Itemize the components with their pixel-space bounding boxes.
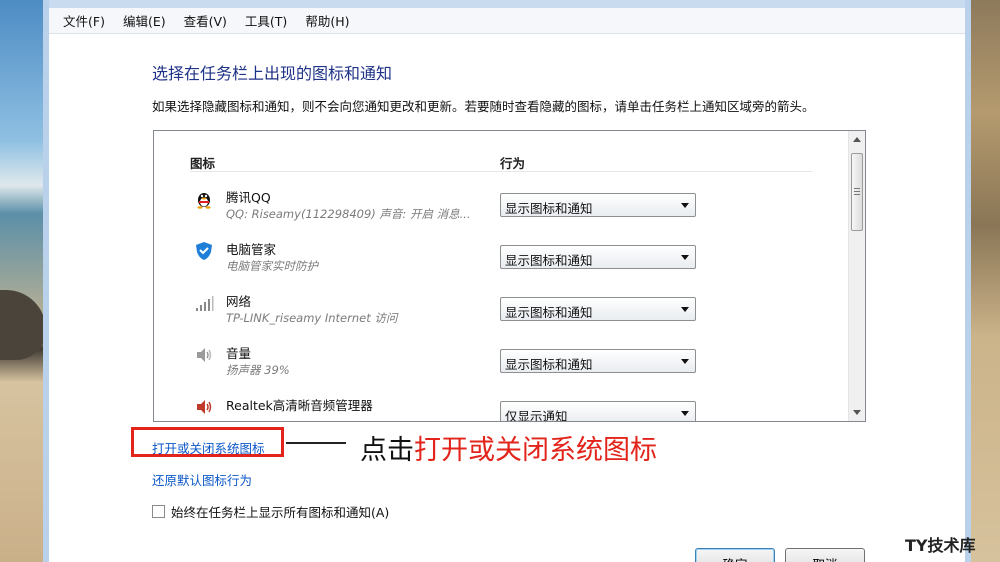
restore-defaults-link[interactable]: 还原默认图标行为 — [152, 470, 252, 489]
scroll-up-icon[interactable] — [853, 137, 861, 142]
ok-button[interactable]: 确定 — [695, 548, 775, 562]
site-watermark: TY技术库 — [905, 536, 976, 555]
show-all-icons-checkbox[interactable] — [152, 505, 165, 518]
shield-icon — [194, 241, 214, 261]
chevron-down-icon — [681, 411, 689, 416]
speaker-icon — [194, 345, 214, 365]
behavior-dropdown[interactable]: 仅显示通知 — [500, 401, 696, 422]
item-name: 网络 — [226, 294, 252, 309]
scroll-thumb[interactable] — [851, 153, 863, 231]
window-frame — [49, 0, 965, 8]
item-description: TP-LINK_riseamy Internet 访问 — [226, 311, 398, 325]
item-name: 电脑管家 — [226, 242, 277, 257]
column-header-icon: 图标 — [190, 156, 216, 171]
chevron-down-icon — [681, 255, 689, 260]
menu-tools[interactable]: 工具(T) — [245, 11, 287, 30]
item-description: 电脑管家实时防护 — [226, 259, 318, 273]
baidu-watermark: Baidu经验 — [770, 479, 958, 520]
dropdown-value: 显示图标和通知 — [505, 253, 593, 268]
behavior-dropdown[interactable]: 显示图标和通知 — [500, 297, 696, 321]
page-description: 如果选择隐藏图标和通知，则不会向您通知更改和更新。若要随时查看隐藏的图标，请单击… — [152, 99, 815, 114]
scroll-down-icon[interactable] — [853, 410, 861, 415]
menu-edit[interactable]: 编辑(E) — [123, 11, 166, 30]
annotation-highlight-box — [131, 427, 284, 457]
dropdown-value: 显示图标和通知 — [505, 201, 593, 216]
chevron-down-icon — [681, 359, 689, 364]
notification-icons-list[interactable]: 图标 行为 腾讯QQ QQ: Riseamy(112298409) 声音: 开启… — [153, 130, 866, 422]
behavior-dropdown[interactable]: 显示图标和通知 — [500, 193, 696, 217]
grip-line — [854, 191, 860, 192]
network-signal-icon — [194, 293, 214, 313]
rock-decoration — [0, 290, 46, 360]
realtek-speaker-icon — [194, 397, 214, 417]
baidu-watermark-url: jingyan.baidu.com — [774, 520, 925, 535]
list-item-pc-manager: 电脑管家 电脑管家实时防护 显示图标和通知 — [190, 235, 810, 285]
annotation-pointer-line — [286, 442, 346, 444]
behavior-dropdown[interactable]: 显示图标和通知 — [500, 245, 696, 269]
chevron-down-icon — [681, 307, 689, 312]
annotation-prefix: 点击 — [360, 435, 414, 466]
behavior-dropdown[interactable]: 显示图标和通知 — [500, 349, 696, 373]
item-description: QQ: Riseamy(112298409) 声音: 开启 消息... — [226, 207, 471, 221]
chevron-down-icon — [681, 203, 689, 208]
column-header-behavior: 行为 — [500, 156, 526, 171]
grip-line — [854, 194, 860, 195]
desktop-background-left — [0, 0, 48, 562]
qq-penguin-icon — [194, 189, 214, 209]
menu-view[interactable]: 查看(V) — [184, 11, 227, 30]
item-description: 扬声器 39% — [226, 363, 290, 377]
grip-line — [854, 188, 860, 189]
show-all-icons-option[interactable]: 始终在任务栏上显示所有图标和通知(A) — [152, 502, 389, 521]
list-item-realtek: Realtek高清晰音频管理器 仅显示通知 — [190, 391, 810, 422]
menu-file[interactable]: 文件(F) — [63, 11, 105, 30]
desktop-background-right — [968, 0, 1000, 562]
menu-help[interactable]: 帮助(H) — [305, 11, 349, 30]
dropdown-value: 显示图标和通知 — [505, 357, 593, 372]
checkbox-label: 始终在任务栏上显示所有图标和通知(A) — [171, 505, 390, 520]
item-name: Realtek高清晰音频管理器 — [226, 398, 373, 413]
dropdown-value: 显示图标和通知 — [505, 305, 593, 320]
item-name: 音量 — [226, 346, 252, 361]
page-title: 选择在任务栏上出现的图标和通知 — [152, 64, 393, 83]
header-divider — [190, 171, 812, 172]
list-scrollbar[interactable] — [848, 131, 865, 421]
list-item-network: 网络 TP-LINK_riseamy Internet 访问 显示图标和通知 — [190, 287, 810, 337]
cancel-button[interactable]: 取消 — [785, 548, 865, 562]
annotation-highlight: 打开或关闭系统图标 — [414, 435, 657, 466]
list-item-volume: 音量 扬声器 39% 显示图标和通知 — [190, 339, 810, 389]
annotation-text: 点击打开或关闭系统图标 — [360, 428, 657, 467]
list-item-qq: 腾讯QQ QQ: Riseamy(112298409) 声音: 开启 消息...… — [190, 183, 810, 233]
item-name: 腾讯QQ — [226, 190, 271, 205]
menu-bar: 文件(F) 编辑(E) 查看(V) 工具(T) 帮助(H) — [49, 8, 965, 34]
dropdown-value: 仅显示通知 — [505, 409, 568, 422]
